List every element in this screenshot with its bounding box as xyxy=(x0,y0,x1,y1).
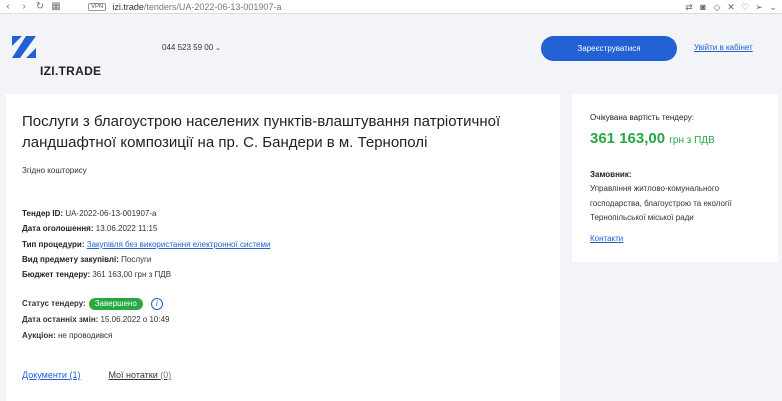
detail-label: Дата оголошення: xyxy=(22,224,94,234)
heart-icon[interactable]: ♡ xyxy=(740,0,750,14)
detail-label: Вид предмету закупівлі: xyxy=(22,254,119,264)
logo-text[interactable]: IZI.TRADE xyxy=(40,64,101,78)
send-icon[interactable]: ➢ xyxy=(754,0,764,14)
phone-dropdown[interactable]: 044 523 59 00 ⌄ xyxy=(162,43,221,52)
price-unit: грн з ПДВ xyxy=(669,135,715,146)
procedure-type-link[interactable]: Закупівля без використання електронної с… xyxy=(87,240,271,249)
auction-label: Аукціон: xyxy=(22,330,56,340)
detail-label: Бюджет тендеру: xyxy=(22,270,91,280)
status-block: Статус тендеру: Завершено i Дата останні… xyxy=(22,296,170,343)
back-icon[interactable]: ‹ xyxy=(0,0,16,14)
tender-id-value: UA-2022-06-13-001907-a xyxy=(65,209,157,218)
detail-row-announce-date: Дата оголошення: 13.06.2022 11:15 xyxy=(22,221,270,236)
changes-label: Дата останніх змін: xyxy=(22,315,99,324)
tab-notes-label: Мої нотатки xyxy=(108,370,158,380)
tender-summary-card: Очікувана вартість тендеру: 361 163,00 г… xyxy=(572,94,778,262)
browser-actions: ⇄ ◙ ◇ ✕ ♡ ➢ ⌄ xyxy=(684,0,778,14)
tender-tabs: Документи (1) Мої нотатки (0) xyxy=(22,370,171,380)
address-bar[interactable]: izi.trade/tenders/UA-2022-06-13-001907-a xyxy=(112,2,281,12)
camera-icon[interactable]: ◙ xyxy=(698,0,708,14)
reload-icon[interactable]: ↻ xyxy=(32,0,48,14)
logo-icon[interactable] xyxy=(12,36,36,58)
status-row: Статус тендеру: Завершено i xyxy=(22,296,170,312)
last-changes-row: Дата останніх змін: 15.06.2022 о 10:49 xyxy=(22,312,170,328)
subject-type-value: Послуги xyxy=(121,254,152,264)
browser-toolbar: ‹ › ↻ ▦ VPN izi.trade/tenders/UA-2022-06… xyxy=(0,0,782,14)
translate-icon[interactable]: ⇄ xyxy=(684,0,694,14)
tab-documents[interactable]: Документи (1) xyxy=(22,370,80,380)
site-header: IZI.TRADE 044 523 59 00 ⌄ Зареєструватися… xyxy=(0,14,782,94)
tender-details: Тендер ID: UA-2022-06-13-001907-a Дата о… xyxy=(22,206,270,282)
tab-notes[interactable]: Мої нотатки (0) xyxy=(108,370,171,380)
tender-card: Послуги з благоустрою населених пунктів-… xyxy=(6,94,560,401)
forward-icon[interactable]: › xyxy=(16,0,32,14)
detail-label: Тип процедури: xyxy=(22,239,85,249)
detail-row-tender-id: Тендер ID: UA-2022-06-13-001907-a xyxy=(22,206,270,221)
chevron-down-icon: ⌄ xyxy=(215,45,222,52)
tender-subtitle: Згідно кошторису xyxy=(22,166,87,175)
price-amount: 361 163,00 xyxy=(590,130,666,147)
vpn-badge[interactable]: VPN xyxy=(88,2,107,11)
detail-row-subject-type: Вид предмету закупівлі: Послуги xyxy=(22,252,270,267)
tabs-grid-icon[interactable]: ▦ xyxy=(48,0,64,14)
login-link[interactable]: Увійти в кабінет xyxy=(694,43,753,52)
budget-value: 361 163,00 грн з ПДВ xyxy=(92,270,172,280)
status-label: Статус тендеру: xyxy=(22,299,86,309)
tab-notes-count: (0) xyxy=(160,370,172,380)
customer-name: Управління житлово-комунального господар… xyxy=(590,184,732,222)
detail-row-procedure: Тип процедури: Закупівля без використанн… xyxy=(22,237,270,252)
detail-label: Тендер ID: xyxy=(22,209,64,218)
customer-label: Замовник: xyxy=(590,170,632,179)
status-badge: Завершено xyxy=(88,298,143,310)
changes-value: 15.06.2022 о 10:49 xyxy=(100,315,170,324)
contacts-link[interactable]: Контакти xyxy=(590,234,623,243)
register-button[interactable]: Зареєструватися xyxy=(541,36,677,61)
close-icon[interactable]: ✕ xyxy=(726,0,736,14)
chevron-down-icon[interactable]: ⌄ xyxy=(768,0,778,14)
shield-icon[interactable]: ◇ xyxy=(712,0,722,14)
expected-value: 361 163,00 грн з ПДВ xyxy=(590,130,715,147)
phone-number: 044 523 59 00 xyxy=(162,43,214,52)
url-path: /tenders/UA-2022-06-13-001907-a xyxy=(143,1,282,12)
url-host: izi.trade xyxy=(112,1,144,12)
announce-date-value: 13.06.2022 11:15 xyxy=(95,224,158,234)
auction-value: не проводився xyxy=(58,330,113,340)
detail-row-budget: Бюджет тендеру: 361 163,00 грн з ПДВ xyxy=(22,267,270,282)
tender-title: Послуги з благоустрою населених пунктів-… xyxy=(22,113,501,151)
auction-row: Аукціон: не проводився xyxy=(22,328,170,344)
info-icon[interactable]: i xyxy=(150,298,163,310)
expected-value-label: Очікувана вартість тендеру: xyxy=(590,113,694,122)
